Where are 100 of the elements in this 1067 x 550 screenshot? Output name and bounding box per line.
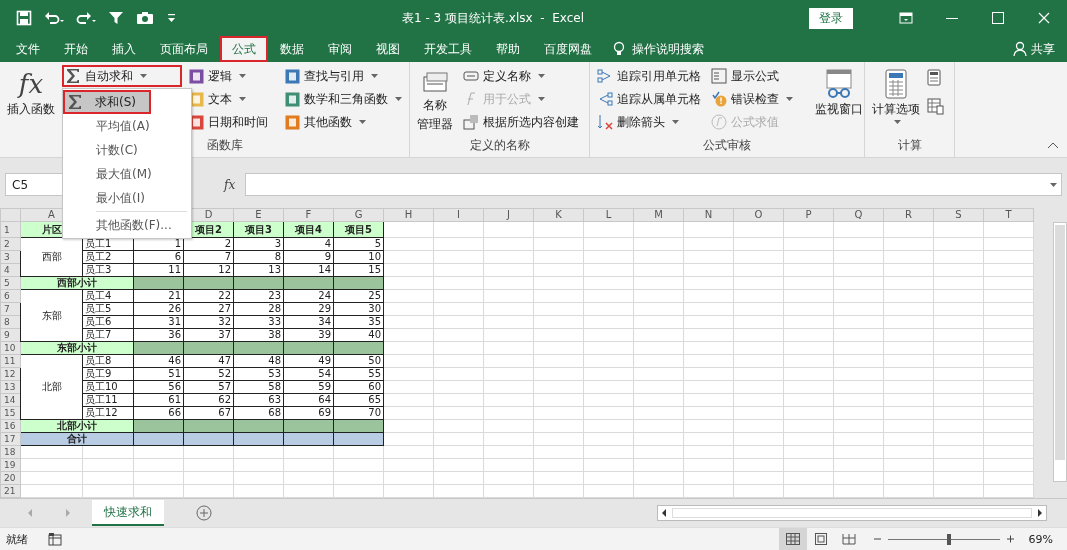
table-cell: 25: [333, 289, 384, 303]
ribbon-tab[interactable]: 百度网盘: [532, 36, 604, 62]
table-cell: 35: [333, 315, 384, 329]
table-cell: 8: [233, 250, 284, 264]
menu-item[interactable]: 计数(C): [63, 138, 191, 162]
table-cell: 53: [233, 367, 284, 381]
caret-icon: [371, 74, 378, 78]
column-header[interactable]: G: [333, 208, 384, 222]
table-cell: 56: [133, 380, 184, 394]
table-cell: 员工7: [82, 328, 134, 342]
table-cell: 31: [133, 315, 184, 329]
name-tag-icon: [463, 68, 479, 84]
ribbon-button[interactable]: 查找与引用: [282, 65, 405, 87]
insert-function-button[interactable]: fx 插入函数: [4, 65, 58, 137]
ribbon-tab[interactable]: 页面布局: [148, 36, 220, 62]
login-button[interactable]: 登录: [809, 7, 853, 29]
table-cell: 员工12: [82, 406, 134, 420]
menu-item[interactable]: 最小值(I): [63, 186, 191, 210]
slider-thumb[interactable]: [946, 533, 951, 545]
ribbon-tab[interactable]: 审阅: [316, 36, 364, 62]
table-cell: 9: [283, 250, 334, 264]
table-cell: 30: [333, 302, 384, 316]
column-header[interactable]: N: [683, 208, 734, 222]
column-header[interactable]: F: [283, 208, 334, 222]
column-header[interactable]: I: [433, 208, 484, 222]
ribbon-tab[interactable]: 视图: [364, 36, 412, 62]
menu-item[interactable]: 求和(S): [63, 90, 151, 114]
ribbon-button[interactable]: 错误检查: [708, 88, 796, 110]
menu-item[interactable]: 平均值(A): [63, 114, 191, 138]
table-cell: 员工10: [82, 380, 134, 394]
column-header[interactable]: P: [783, 208, 834, 222]
ribbon-button[interactable]: 数学和三角函数: [282, 88, 405, 110]
table-cell: 28: [233, 302, 284, 316]
sheet-calculate-icon: [927, 98, 944, 115]
ribbon-button[interactable]: 删除箭头: [594, 111, 704, 133]
formula-input[interactable]: [245, 173, 1062, 196]
name-manager-button[interactable]: 名称 管理器: [414, 65, 456, 137]
ribbon-button[interactable]: 逻辑: [186, 65, 278, 87]
ribbon-button[interactable]: 追踪从属单元格: [594, 88, 704, 110]
menu-item[interactable]: 最大值(M): [63, 162, 191, 186]
glasses-icon: [823, 69, 855, 99]
tell-me-search[interactable]: 操作说明搜索: [632, 40, 704, 58]
table-cell: 22: [183, 289, 234, 303]
column-header[interactable]: R: [883, 208, 934, 222]
sigma-icon: [65, 68, 81, 84]
ribbon-tab[interactable]: 开发工具: [412, 36, 484, 62]
table-cell: 66: [133, 406, 184, 420]
table-cell: 46: [133, 354, 184, 368]
table-cell: 4: [283, 237, 334, 251]
ribbon-tab[interactable]: 开始: [52, 36, 100, 62]
table-cell: 14: [283, 263, 334, 277]
column-header[interactable]: L: [583, 208, 634, 222]
column-header[interactable]: E: [233, 208, 284, 222]
calculator-icon: [927, 69, 941, 86]
status-text: 就绪: [6, 531, 28, 547]
column-header[interactable]: O: [733, 208, 784, 222]
table-cell: 3: [233, 237, 284, 251]
caret-icon: [894, 120, 901, 124]
insert-function-button[interactable]: fx: [224, 177, 236, 192]
vertical-scrollbar[interactable]: [1053, 222, 1067, 482]
trace-arrows-icon: [597, 68, 613, 84]
normal-view-button[interactable]: [778, 528, 807, 550]
table-cell: 13: [233, 263, 284, 277]
evaluate-formula-icon: [711, 114, 727, 130]
column-header[interactable]: Q: [833, 208, 884, 222]
column-header[interactable]: K: [533, 208, 584, 222]
ribbon-tab[interactable]: 插入: [100, 36, 148, 62]
column-header[interactable]: J: [483, 208, 534, 222]
table-cell: 47: [183, 354, 234, 368]
save-icon: [16, 10, 32, 26]
watch-window-button[interactable]: 监视窗口: [812, 65, 866, 137]
column-header[interactable]: M: [633, 208, 684, 222]
ribbon-button[interactable]: 追踪引用单元格: [594, 65, 704, 87]
column-header[interactable]: T: [983, 208, 1034, 222]
caret-icon: [140, 74, 147, 78]
horizontal-scrollbar[interactable]: [657, 505, 1047, 521]
ribbon-button[interactable]: 显示公式: [708, 65, 796, 87]
calculation-options-button[interactable]: 计算选项: [869, 65, 923, 137]
table-cell: 37: [183, 328, 234, 342]
add-sheet-icon: [196, 505, 212, 521]
ribbon-tab[interactable]: 文件: [4, 36, 52, 62]
ribbon-tab[interactable]: 帮助: [484, 36, 532, 62]
group-label: 计算: [896, 137, 923, 154]
column-header[interactable]: H: [383, 208, 434, 222]
zoom-level[interactable]: 69%: [1028, 532, 1053, 546]
group-label: 定义的名称: [468, 137, 531, 154]
caret-icon: [359, 120, 366, 124]
ribbon-display-icon: [899, 11, 913, 25]
column-header[interactable]: S: [933, 208, 984, 222]
autosum-button[interactable]: 自动求和: [62, 65, 182, 87]
table-cell: 58: [233, 380, 284, 394]
ribbon-tab[interactable]: 数据: [268, 36, 316, 62]
share-button[interactable]: 共享: [1031, 40, 1055, 58]
ribbon-button[interactable]: 根据所选内容创建: [460, 111, 582, 133]
table-cell: 29: [283, 302, 334, 316]
ribbon-tab[interactable]: 公式: [220, 36, 268, 62]
ribbon-button[interactable]: 其他函数: [282, 111, 405, 133]
select-all-corner[interactable]: [0, 208, 21, 222]
sheet-tab[interactable]: 快速求和: [92, 500, 164, 526]
ribbon-button[interactable]: 定义名称: [460, 65, 582, 87]
